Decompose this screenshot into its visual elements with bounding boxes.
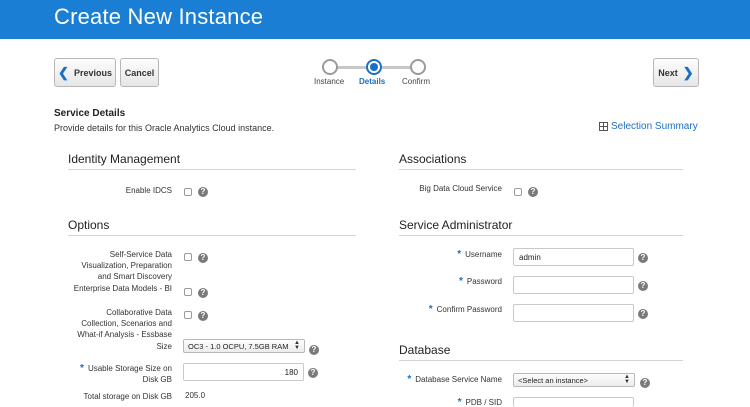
help-icon[interactable]: ? <box>198 253 208 263</box>
big-data-cloud-service-label: Big Data Cloud Service <box>419 184 502 193</box>
size-label: Size <box>156 342 172 351</box>
train-step-instance-marker[interactable] <box>322 59 338 75</box>
options-title: Options <box>68 218 110 232</box>
required-icon: * <box>458 276 463 287</box>
total-storage-value: 205.0 <box>185 391 206 400</box>
password-input[interactable] <box>513 276 634 294</box>
enterprise-data-models-checkbox[interactable] <box>184 288 192 296</box>
enterprise-data-models-label: Enterprise Data Models - BI <box>73 284 172 293</box>
selection-summary-label: Selection Summary <box>611 121 698 132</box>
size-select[interactable]: OC3 - 1.0 OCPU, 7.5GB RAM ▲ ▼ <box>183 339 305 353</box>
next-button-label: Next <box>658 67 678 78</box>
label-line: What-if Analysis - Essbase <box>77 330 172 339</box>
label-line: Collaborative Data <box>106 308 172 317</box>
required-icon: * <box>457 397 462 407</box>
database-service-name-label: * Database Service Name <box>390 374 502 385</box>
step-train: Instance Details Confirm <box>310 56 440 88</box>
identity-management-title: Identity Management <box>68 152 181 166</box>
required-icon: * <box>407 374 412 385</box>
required-icon: * <box>428 304 433 315</box>
help-icon[interactable]: ? <box>198 311 208 321</box>
help-icon[interactable]: ? <box>640 378 650 388</box>
label-line: Visualization, Preparation <box>81 261 172 270</box>
divider <box>399 169 683 170</box>
big-data-cloud-service-checkbox[interactable] <box>514 188 522 196</box>
help-icon[interactable]: ? <box>638 253 648 263</box>
help-icon[interactable]: ? <box>309 345 319 355</box>
train-step-confirm-label: Confirm <box>402 77 431 86</box>
cancel-button[interactable]: Cancel <box>120 58 159 87</box>
database-title: Database <box>399 343 451 357</box>
label-text: Usable Storage Size on <box>87 364 172 373</box>
train-step-details-marker <box>366 59 382 75</box>
page-header: Create New Instance <box>0 0 750 39</box>
section-description: Provide details for this Oracle Analytic… <box>54 123 275 133</box>
label-line: * Usable Storage Size on <box>60 363 172 374</box>
database-service-select[interactable]: <Select an instance> ▲ ▼ <box>513 373 635 387</box>
service-administrator-title: Service Administrator <box>399 218 513 232</box>
chevron-right-icon: ❯ <box>682 65 694 80</box>
self-service-dv-checkbox[interactable] <box>184 253 192 261</box>
pdb-sid-input[interactable] <box>513 397 634 407</box>
associations-title: Associations <box>399 152 467 166</box>
train-step-details-label: Details <box>359 77 386 86</box>
pdb-sid-label: * PDB / SID <box>390 397 502 407</box>
selection-summary-link[interactable]: Selection Summary <box>599 121 698 132</box>
username-label: * Username <box>390 249 502 260</box>
updown-icon: ▲ ▼ <box>624 374 630 385</box>
label-line: Disk GB <box>142 375 172 384</box>
database-service-select-value: <Select an instance> <box>518 375 589 385</box>
required-icon: * <box>80 363 84 374</box>
help-icon[interactable]: ? <box>638 281 648 291</box>
usable-storage-input[interactable]: 180 <box>183 363 304 381</box>
label-text: PDB / SID <box>465 398 502 407</box>
help-icon[interactable]: ? <box>198 187 208 197</box>
required-icon: * <box>457 249 462 260</box>
password-label: * Password <box>390 276 502 287</box>
table-icon <box>599 122 608 131</box>
confirm-password-label: * Confirm Password <box>390 304 502 315</box>
train-step-confirm-marker <box>410 59 426 75</box>
enable-idcs-checkbox[interactable] <box>184 188 192 196</box>
label-line: Collection, Scenarios and <box>81 319 172 328</box>
updown-icon: ▲ ▼ <box>294 340 300 351</box>
essbase-label: Collaborative Data Collection, Scenarios… <box>60 307 172 340</box>
usable-storage-label: * Usable Storage Size on Disk GB <box>60 363 172 385</box>
username-input[interactable]: admin <box>513 248 634 266</box>
self-service-dv-label: Self-Service Data Visualization, Prepara… <box>60 249 172 282</box>
previous-button[interactable]: ❮ Previous <box>54 58 116 87</box>
confirm-password-input[interactable] <box>513 304 634 322</box>
label-text: Confirm Password <box>436 305 502 314</box>
section-title: Service Details <box>54 108 126 119</box>
size-select-value: OC3 - 1.0 OCPU, 7.5GB RAM <box>188 341 289 351</box>
label-text: Username <box>465 250 502 259</box>
next-button[interactable]: Next ❯ <box>653 58 699 87</box>
label-text: Password <box>466 277 502 286</box>
divider <box>399 235 683 236</box>
previous-button-label: Previous <box>73 67 112 78</box>
divider <box>68 235 356 236</box>
help-icon[interactable]: ? <box>638 309 648 319</box>
total-storage-label: Total storage on Disk GB <box>83 392 172 401</box>
label-text: Database Service Name <box>415 375 502 384</box>
page-title: Create New Instance <box>54 4 264 29</box>
label-line: Self-Service Data <box>109 250 172 259</box>
divider <box>68 169 356 170</box>
divider <box>399 360 683 361</box>
chevron-left-icon: ❮ <box>58 65 69 80</box>
train-step-instance-label[interactable]: Instance <box>314 77 344 86</box>
help-icon[interactable]: ? <box>308 368 318 378</box>
label-line: and Smart Discovery <box>97 272 172 281</box>
enable-idcs-label: Enable IDCS <box>125 186 172 195</box>
help-icon[interactable]: ? <box>198 288 208 298</box>
help-icon[interactable]: ? <box>528 187 538 197</box>
essbase-checkbox[interactable] <box>184 311 192 319</box>
